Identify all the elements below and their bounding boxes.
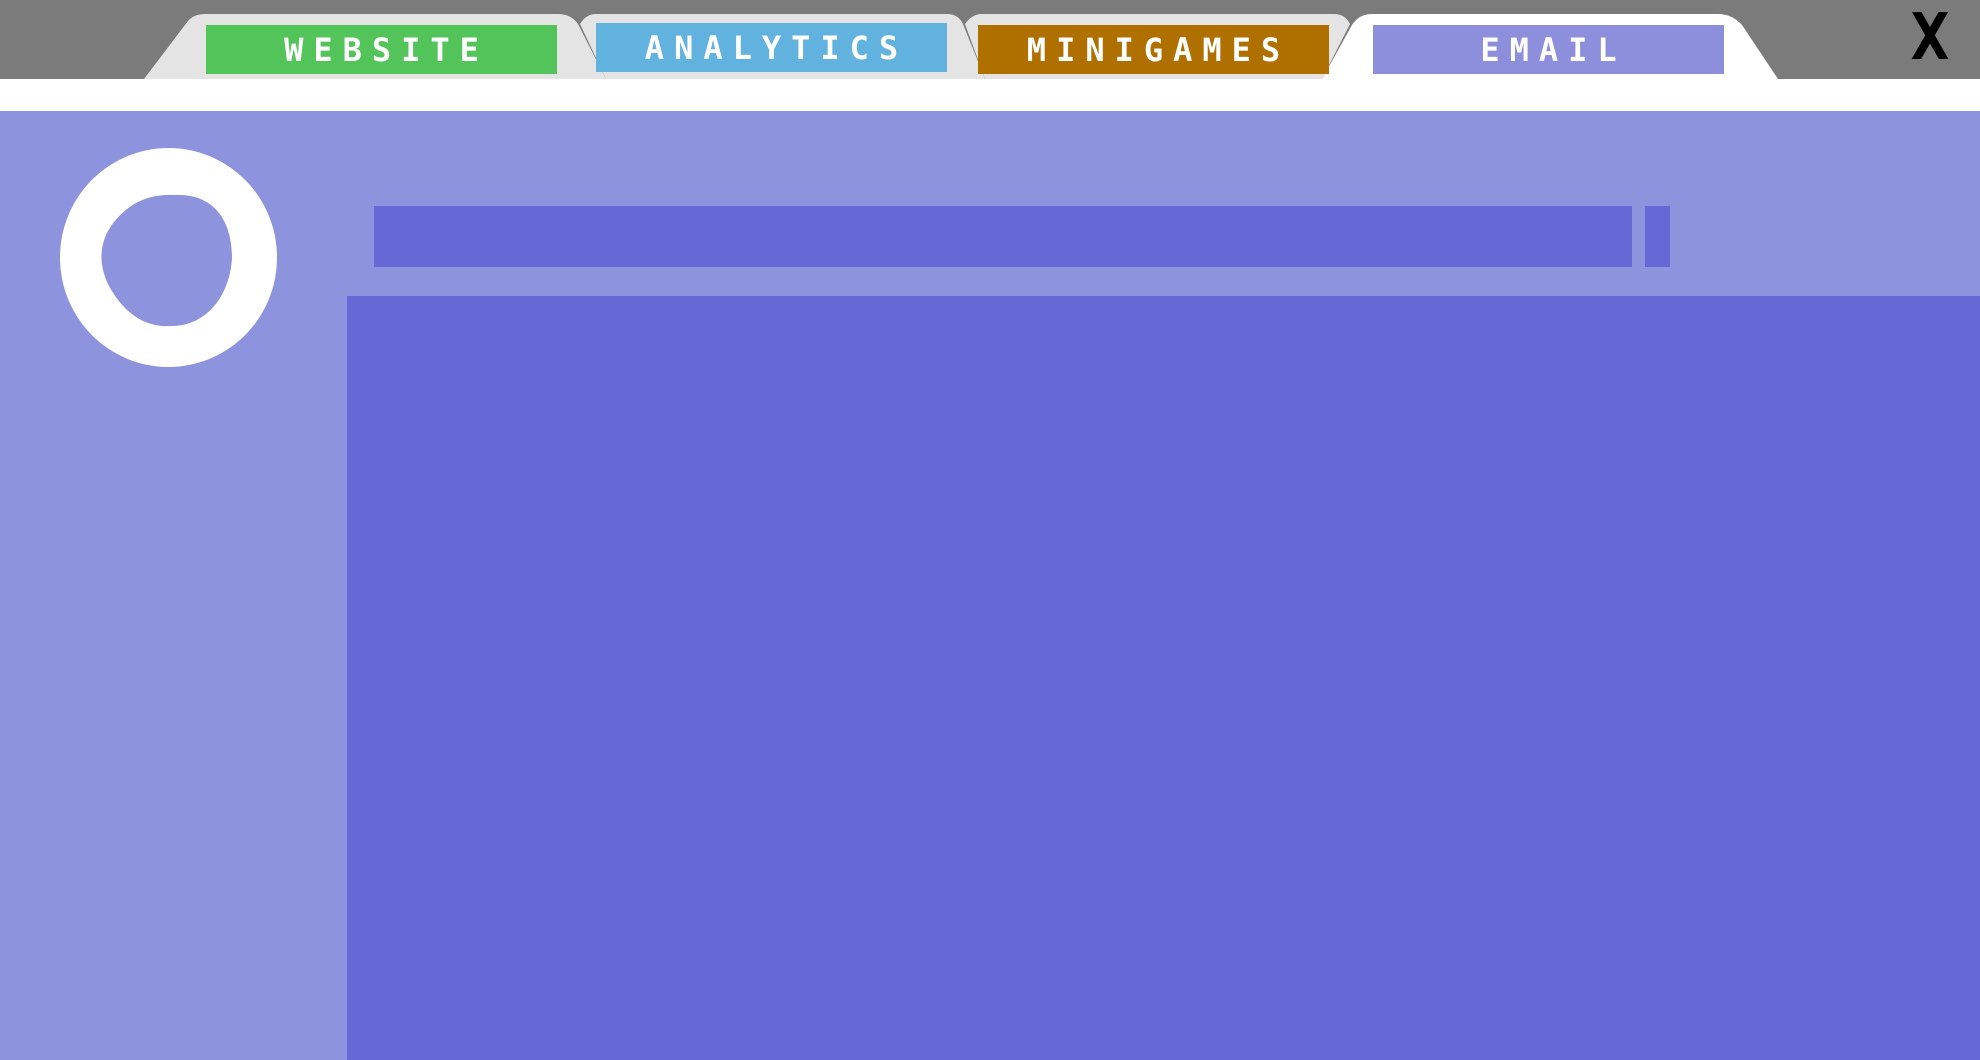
tab-website[interactable]: WEBSITE [206, 25, 557, 74]
close-button[interactable]: X [1895, 6, 1965, 70]
tab-minigames[interactable]: MINIGAMES [978, 25, 1329, 74]
tab-analytics[interactable]: ANALYTICS [596, 23, 947, 72]
tab-email[interactable]: EMAIL [1373, 25, 1724, 74]
message-body[interactable] [347, 296, 1980, 1060]
user-avatar-crescent-icon [60, 148, 277, 367]
field-scroll-handle[interactable] [1645, 206, 1670, 267]
subject-field[interactable] [374, 206, 1632, 267]
tab-content-divider [0, 79, 1980, 111]
